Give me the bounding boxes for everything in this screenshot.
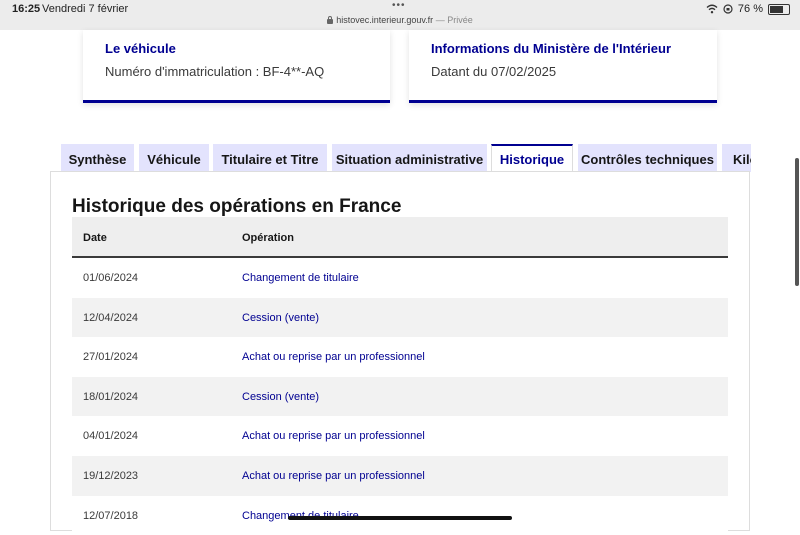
vehicle-card-title: Le véhicule [105,41,176,56]
row-date: 04/01/2024 [83,430,139,443]
table-row: 18/01/2024 Cession (vente) [72,376,728,417]
row-date: 12/04/2024 [83,311,139,324]
row-date: 01/06/2024 [83,272,139,284]
row-operation: Achat ou reprise par un professionnel [242,351,425,364]
tab-list: Synthèse Véhicule Titulaire et Titre Sit… [61,144,751,172]
status-date: Vendredi 7 février [42,3,129,15]
history-title: Historique des opérations en France [72,196,402,217]
history-table-body: 01/06/2024 Changement de titulaire 12/04… [72,258,728,535]
row-operation: Cession (vente) [242,390,320,403]
orientation-lock-icon [723,4,733,14]
battery-icon [768,3,790,15]
url-text: histovec.interieur.gouv.fr [336,15,434,25]
tab-synthese[interactable]: Synthèse [61,144,134,172]
table-row: 04/01/2024 Achat ou reprise par un profe… [72,416,728,456]
tab-situation-administrative[interactable]: Situation administrative [332,144,487,172]
tab-historique[interactable]: Historique [491,144,573,172]
table-row: 01/06/2024 Changement de titulaire [72,258,728,298]
private-label: — Privée [435,15,473,25]
wifi-icon [706,4,718,14]
row-date: 18/01/2024 [83,390,139,403]
row-date: 27/01/2024 [83,351,139,364]
table-row: 19/12/2023 Achat ou reprise par un profe… [72,455,728,496]
page-scrollbar[interactable] [795,158,799,286]
more-dots-icon[interactable]: ••• [392,0,406,11]
registration-number: Numéro d'immatriculation : BF-4**-AQ [105,64,325,79]
row-date: 19/12/2023 [83,469,139,482]
ministry-info-card: Informations du Ministère de l'Intérieur… [409,30,717,103]
status-bar: 16:25 Vendredi 7 février ••• histovec.in… [0,0,800,30]
column-header-date: Date [83,232,107,244]
status-indicators: 76 % [706,3,790,15]
clock: 16:25 [12,3,41,15]
table-header: Date Opération [72,217,728,258]
tab-controles-techniques[interactable]: Contrôles techniques [578,144,717,172]
lock-icon [327,16,334,24]
battery-percent: 76 % [737,3,763,15]
address-bar[interactable]: histovec.interieur.gouv.fr — Privée [0,15,800,25]
tab-kilometrage[interactable]: Kilométrage [722,144,751,172]
vehicle-card: Le véhicule Numéro d'immatriculation : B… [83,30,390,103]
tab-vehicule[interactable]: Véhicule [139,144,209,172]
tab-titulaire-titre[interactable]: Titulaire et Titre [213,144,327,172]
data-date: Datant du 07/02/2025 [431,64,557,79]
row-operation: Achat ou reprise par un professionnel [242,430,425,443]
row-operation: Changement de titulaire [242,272,359,284]
home-indicator[interactable] [288,516,512,520]
ministry-card-title: Informations du Ministère de l'Intérieur [431,41,672,56]
column-header-operation: Opération [242,232,294,244]
row-date: 12/07/2018 [83,509,139,522]
row-operation: Cession (vente) [242,311,320,324]
table-row: 27/01/2024 Achat ou reprise par un profe… [72,337,728,377]
table-row: 12/04/2024 Cession (vente) [72,297,728,338]
row-operation: Achat ou reprise par un professionnel [242,469,425,482]
